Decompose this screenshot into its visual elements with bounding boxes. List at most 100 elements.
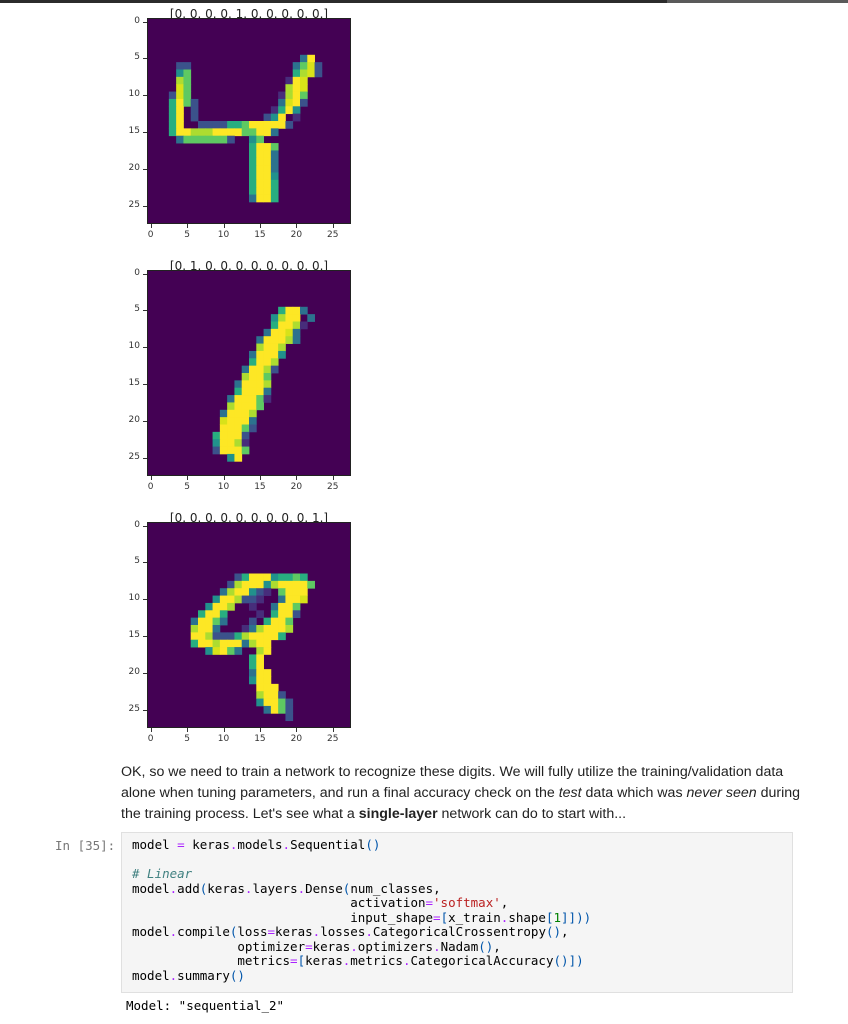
heatmap-cell — [249, 632, 257, 641]
digit-figure: [0. 1. 0. 0. 0. 0. 0. 0. 0. 0.] 0 5 10 15 20 2… — [110, 259, 370, 514]
heatmap-cell — [256, 654, 264, 663]
heatmap-cell — [263, 676, 272, 685]
heatmap-cell — [249, 654, 257, 663]
heatmap-cell — [270, 365, 279, 374]
heatmap-cell — [263, 573, 272, 582]
heatmap-cell — [249, 669, 257, 677]
heatmap-cell — [263, 121, 272, 129]
heatmap-cell — [263, 194, 272, 203]
heatmap-cell — [256, 387, 264, 396]
heatmap-cell — [190, 617, 199, 626]
heatmap-cell — [256, 683, 264, 692]
y-tick-mark — [143, 21, 147, 23]
heatmap-cell — [285, 76, 294, 85]
heatmap-cell — [190, 639, 199, 648]
text-segment: test — [558, 785, 582, 801]
heatmap-cell — [292, 84, 301, 92]
heatmap-cell — [219, 632, 228, 641]
heatmap-cell — [227, 402, 235, 411]
heatmap-cell — [205, 135, 213, 144]
heatmap-cell — [168, 113, 177, 122]
heatmap-cell — [285, 84, 294, 92]
digit-heatmap — [147, 18, 351, 224]
heatmap-cell — [285, 121, 294, 129]
heatmap-cell — [183, 62, 192, 70]
y-tick-mark — [143, 58, 147, 60]
heatmap-cell — [219, 595, 228, 604]
heatmap-cell — [249, 639, 257, 648]
digit-heatmap — [147, 270, 351, 476]
heatmap-cell — [263, 172, 272, 181]
code-line[interactable]: metrics=[keras.metrics.CategoricalAccura… — [132, 953, 583, 968]
heatmap-cell — [278, 705, 286, 714]
digit-figure: [0. 0. 0. 0. 0. 0. 0. 0. 0. 1.] 0 5 10 15 20 2… — [110, 511, 370, 766]
heatmap-cell — [190, 632, 199, 641]
heatmap-cell — [263, 350, 272, 359]
heatmap-cell — [198, 610, 206, 619]
heatmap-cell — [249, 617, 257, 626]
heatmap-cell — [270, 165, 279, 173]
scrollbar-segment[interactable] — [667, 0, 848, 3]
heatmap-cell — [249, 365, 257, 374]
heatmap-cell — [278, 343, 286, 352]
heatmap-cell — [256, 165, 264, 173]
code-line[interactable]: optimizer=keras.optimizers.Nadam(), — [132, 939, 500, 954]
y-tick-mark — [143, 420, 147, 422]
x-tick-label: 10 — [217, 230, 230, 240]
heatmap-cell — [241, 625, 250, 633]
heatmap-cell — [292, 69, 301, 78]
code-cell-input[interactable]: model = keras.models.Sequential() # Line… — [121, 832, 793, 993]
heatmap-cell — [234, 128, 243, 137]
heatmap-cell — [249, 409, 257, 418]
code-line[interactable]: activation='softmax', — [132, 895, 508, 910]
heatmap-cell — [219, 647, 228, 655]
heatmap-cell — [241, 121, 250, 129]
heatmap-cell — [249, 595, 257, 604]
heatmap-cell — [270, 172, 279, 181]
heatmap-cell — [285, 314, 294, 322]
heatmap-cell — [212, 431, 221, 440]
heatmap-cell — [241, 373, 250, 381]
heatmap-cell — [256, 595, 264, 604]
heatmap-cell — [198, 625, 206, 633]
heatmap-cell — [205, 632, 213, 641]
heatmap-cell — [292, 106, 301, 115]
heatmap-cell — [176, 91, 184, 100]
y-tick-mark — [143, 205, 147, 207]
heatmap-cell — [278, 91, 286, 100]
code-line[interactable]: model = keras.models.Sequential() — [132, 837, 380, 852]
y-tick-mark — [143, 347, 147, 349]
heatmap-cell — [249, 380, 257, 389]
heatmap-cell — [256, 121, 264, 129]
heatmap-cell — [285, 91, 294, 100]
code-editor[interactable]: model = keras.models.Sequential() # Line… — [122, 833, 792, 983]
heatmap-cell — [183, 128, 192, 137]
y-tick-label: 25 — [128, 451, 140, 462]
heatmap-cell — [241, 387, 250, 396]
x-tick-mark — [259, 224, 261, 228]
heatmap-cell — [183, 84, 192, 92]
x-tick-mark — [187, 224, 189, 228]
heatmap-cell — [263, 588, 272, 596]
heatmap-cell — [292, 573, 301, 582]
x-tick-label: 10 — [217, 482, 230, 492]
heatmap-cell — [190, 98, 199, 107]
cell-prompt: In [35]: — [55, 838, 116, 853]
heatmap-cell — [263, 150, 272, 159]
heatmap-cell — [249, 373, 257, 381]
code-line[interactable]: # Linear — [132, 866, 192, 881]
heatmap-cell — [270, 617, 279, 626]
code-line[interactable]: model.compile(loss=keras.losses.Categori… — [132, 924, 569, 939]
code-line[interactable]: model.add(keras.layers.Dense(num_classes… — [132, 881, 441, 896]
code-line[interactable]: model.summary() — [132, 968, 245, 983]
heatmap-cell — [249, 573, 257, 582]
heatmap-cell — [212, 135, 221, 144]
heatmap-cell — [249, 172, 257, 181]
heatmap-cell — [270, 691, 279, 699]
heatmap-cell — [270, 157, 279, 166]
heatmap-cell — [292, 314, 301, 322]
heatmap-cell — [270, 187, 279, 195]
heatmap-cell — [256, 187, 264, 195]
heatmap-cell — [219, 128, 228, 137]
code-line[interactable]: input_shape=[x_train.shape[1]])) — [132, 910, 591, 925]
